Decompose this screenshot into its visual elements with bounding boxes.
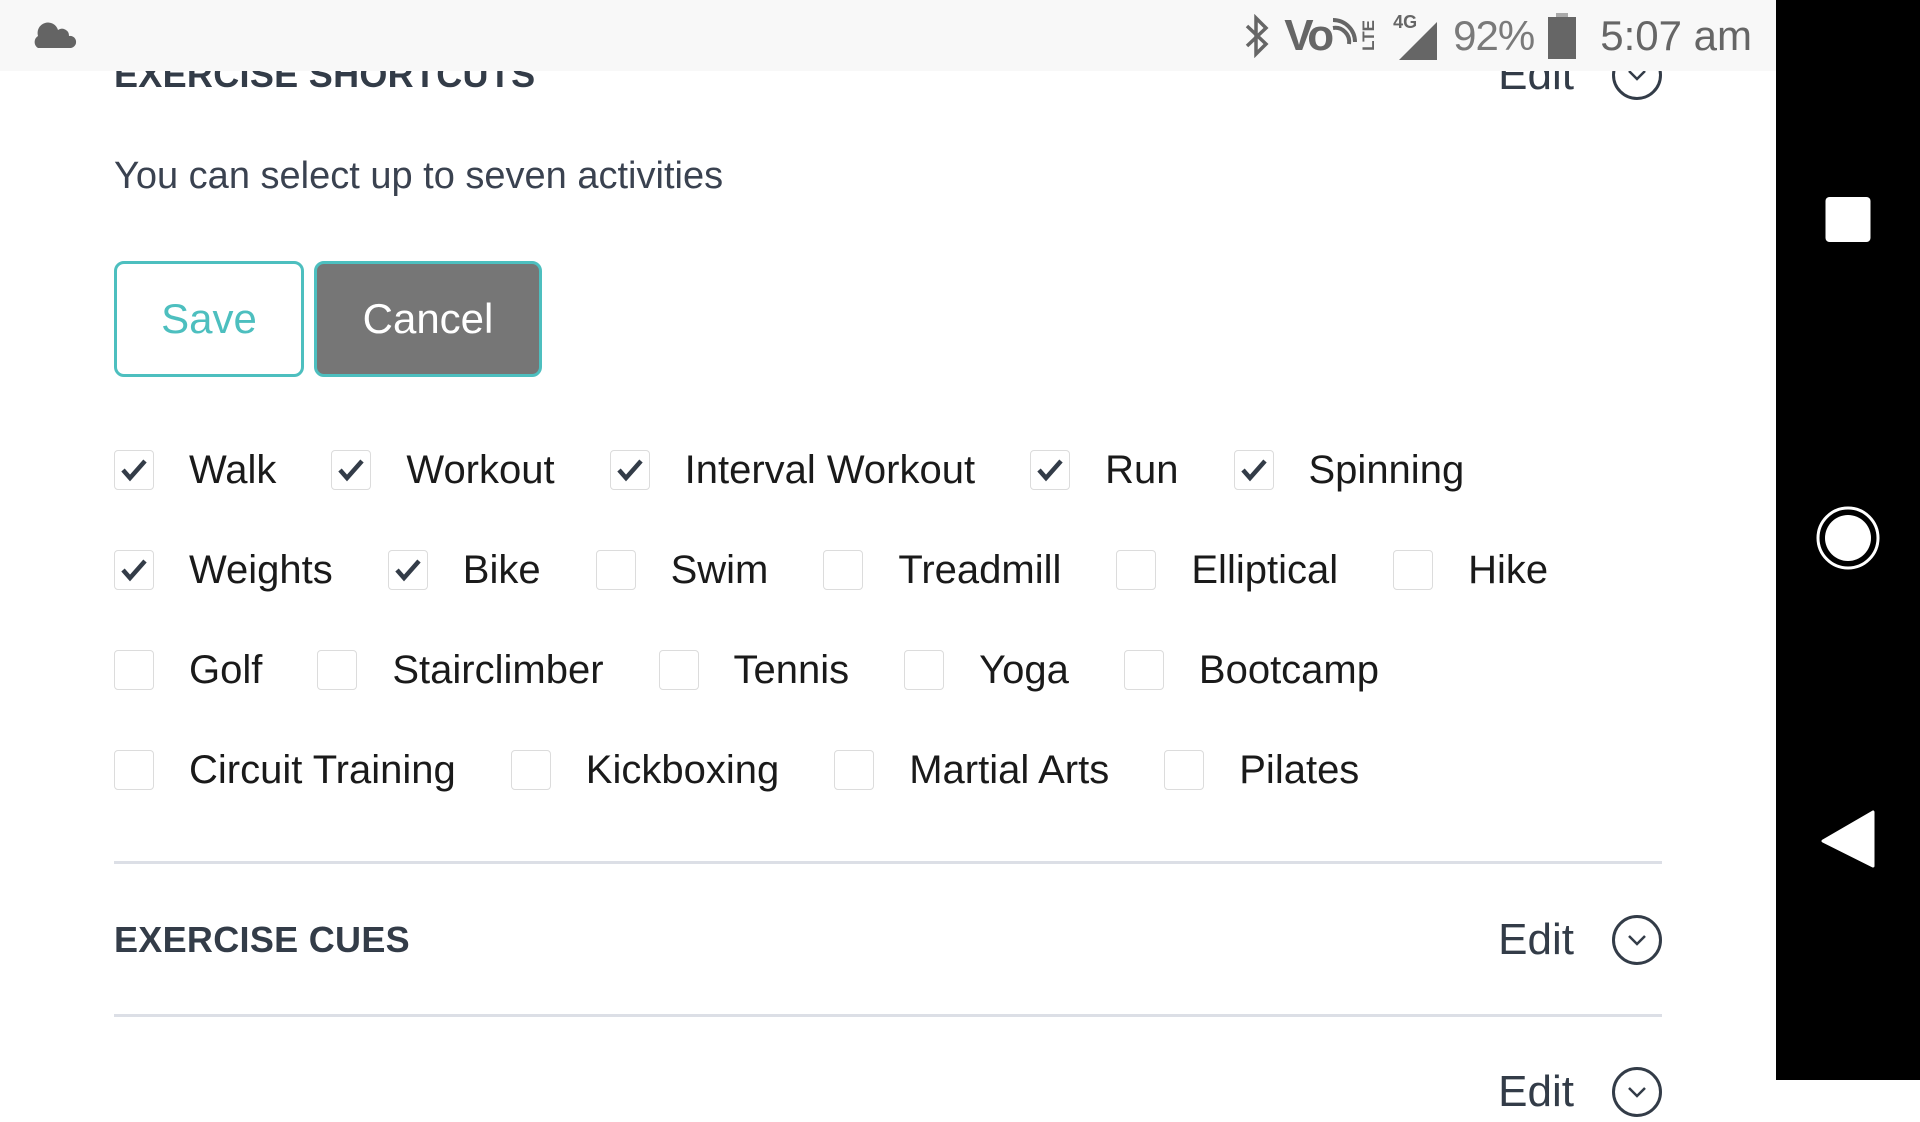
lte-icon: LTE <box>1359 20 1379 51</box>
activity-checkbox-yoga[interactable]: Yoga <box>904 648 1069 693</box>
save-button[interactable]: Save <box>114 261 304 377</box>
activity-checkbox-tennis[interactable]: Tennis <box>658 647 850 693</box>
checkbox-checked[interactable] <box>1233 450 1274 490</box>
checkbox-label: Walk <box>189 447 277 492</box>
shortcuts-description: You can select up to seven activities <box>114 155 724 197</box>
edit-link[interactable]: Edit <box>1498 1067 1574 1117</box>
checkmark-icon <box>1037 459 1063 482</box>
battery-percent: 92% <box>1453 11 1535 59</box>
chevron-down-icon[interactable] <box>1612 1067 1662 1117</box>
activity-checkbox-interval-workout[interactable]: Interval Workout <box>609 447 976 493</box>
checkbox-unchecked[interactable] <box>1116 550 1157 590</box>
checkbox-checked[interactable] <box>114 550 154 590</box>
activity-checkbox-swim[interactable]: Swim <box>595 547 769 593</box>
navigation-bar <box>1776 0 1920 1080</box>
checkbox-unchecked[interactable] <box>1164 750 1205 790</box>
checkbox-checked[interactable] <box>114 450 154 490</box>
bluetooth-icon <box>1245 13 1269 58</box>
checkbox-checked[interactable] <box>1030 450 1071 490</box>
checkbox-label: Swim <box>670 547 769 592</box>
checkbox-unchecked[interactable] <box>823 550 864 590</box>
status-bar: Vo LTE 4G 92% 5:07 am <box>0 0 1776 71</box>
checkbox-unchecked[interactable] <box>834 750 875 790</box>
activity-checkbox-run[interactable]: Run <box>1030 447 1179 493</box>
activity-checkbox-stairclimber[interactable]: Stairclimber <box>317 647 604 693</box>
checkbox-label: Spinning <box>1308 447 1465 492</box>
status-icons: Vo LTE 4G 92% 5:07 am <box>1244 0 1752 71</box>
checkbox-label: Bike <box>462 547 541 592</box>
checkbox-unchecked[interactable] <box>1393 550 1434 590</box>
checkbox-unchecked[interactable] <box>658 650 699 690</box>
activity-checkbox-pilates[interactable]: Pilates <box>1164 748 1359 793</box>
recents-button[interactable] <box>1825 197 1871 242</box>
divider <box>114 1014 1662 1017</box>
checkbox-checked[interactable] <box>609 450 650 490</box>
checkmark-icon <box>395 559 421 582</box>
checkbox-row: Golf Stairclimber Tennis Yoga Bootcamp <box>114 640 1434 700</box>
exercise-cues-header: EXERCISE CUES Edit <box>114 910 1662 970</box>
checkbox-label: Hike <box>1468 547 1549 592</box>
checkbox-row: Walk Workout Interval Workout Run Spinning <box>114 440 1519 500</box>
cloud-icon <box>34 22 77 48</box>
checkbox-label: Treadmill <box>898 547 1062 592</box>
checkbox-row: Circuit Training Kickboxing Martial Arts Pi… <box>114 740 1414 800</box>
home-button[interactable] <box>1815 505 1881 571</box>
clock: 5:07 am <box>1600 11 1752 59</box>
activity-checkbox-kickboxing[interactable]: Kickboxing <box>510 747 780 793</box>
checkbox-label: Interval Workout <box>684 447 976 492</box>
checkbox-label: Stairclimber <box>392 647 604 692</box>
checkbox-label: Weights <box>189 547 333 592</box>
chevron-down-icon[interactable] <box>1612 915 1662 965</box>
checkbox-row: Weights Bike Swim Treadmill Elliptical Hike <box>114 540 1603 600</box>
checkmark-icon <box>121 459 147 482</box>
section-title: EXERCISE CUES <box>114 919 410 960</box>
next-section-header: Edit <box>114 1062 1662 1122</box>
activity-checkbox-bootcamp[interactable]: Bootcamp <box>1123 647 1379 693</box>
checkbox-label: Golf <box>189 647 263 692</box>
battery-icon <box>1548 12 1577 59</box>
activity-checkbox-elliptical[interactable]: Elliptical <box>1116 548 1338 593</box>
checkmark-icon <box>616 459 643 482</box>
checkbox-label: Run <box>1105 447 1179 492</box>
checkbox-label: Martial Arts <box>909 747 1110 792</box>
back-button[interactable] <box>1821 810 1875 868</box>
checkbox-unchecked[interactable] <box>114 650 154 690</box>
4g-signal-icon: 4G <box>1393 12 1439 60</box>
activity-checkbox-golf[interactable]: Golf <box>114 648 262 693</box>
checkbox-label: Elliptical <box>1191 547 1339 592</box>
checkbox-checked[interactable] <box>387 550 428 590</box>
edit-cues-link[interactable]: Edit <box>1498 915 1574 965</box>
activity-checkbox-hike[interactable]: Hike <box>1393 548 1548 593</box>
activity-checkbox-weights[interactable]: Weights <box>114 548 333 593</box>
activity-checkbox-workout[interactable]: Workout <box>331 447 555 493</box>
checkmark-icon <box>338 459 365 482</box>
checkbox-unchecked[interactable] <box>595 550 636 590</box>
checkbox-label: Circuit Training <box>189 747 456 792</box>
cancel-button[interactable]: Cancel <box>314 261 542 377</box>
activity-checkbox-spinning[interactable]: Spinning <box>1233 447 1465 493</box>
divider <box>114 861 1662 864</box>
checkmark-icon <box>1240 459 1267 482</box>
checkbox-label: Pilates <box>1239 747 1360 792</box>
checkbox-unchecked[interactable] <box>1123 650 1164 690</box>
checkbox-label: Bootcamp <box>1198 647 1379 692</box>
activity-checkbox-bike[interactable]: Bike <box>387 547 541 593</box>
checkbox-label: Tennis <box>733 647 850 692</box>
volte-icon: Vo LTE <box>1284 10 1379 60</box>
checkbox-label: Yoga <box>979 647 1069 692</box>
activity-checkbox-circuit-training[interactable]: Circuit Training <box>114 748 456 793</box>
activity-checkbox-treadmill[interactable]: Treadmill <box>823 548 1061 593</box>
checkbox-unchecked[interactable] <box>510 750 551 790</box>
checkbox-checked[interactable] <box>331 450 372 490</box>
checkmark-icon <box>121 559 147 582</box>
activity-checkbox-walk[interactable]: Walk <box>114 448 276 493</box>
checkbox-label: Workout <box>406 447 555 492</box>
checkbox-unchecked[interactable] <box>114 750 154 790</box>
checkbox-unchecked[interactable] <box>317 650 358 690</box>
checkbox-label: Kickboxing <box>585 747 780 792</box>
activity-checkbox-martial-arts[interactable]: Martial Arts <box>834 748 1109 793</box>
checkbox-unchecked[interactable] <box>904 650 945 690</box>
